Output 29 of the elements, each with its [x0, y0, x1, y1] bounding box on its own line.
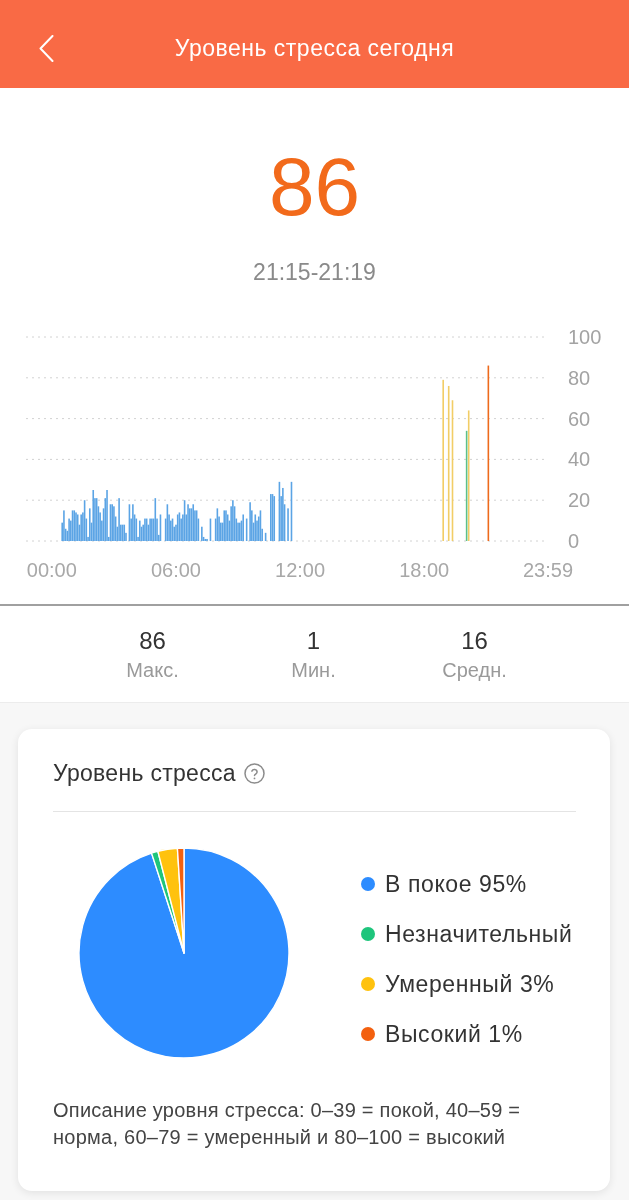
legend-label: Высокий 1%: [385, 1022, 523, 1046]
description-text: Описание уровня стресса: 0–39 = покой, 40–59 = норма, 60–79 = умеренный и 80–100 = высокий: [53, 1098, 522, 1150]
help-icon[interactable]: [243, 763, 265, 784]
stress-value: 86: [268, 146, 361, 228]
stat-value: 16: [461, 629, 488, 653]
stat-label: Средн.: [442, 660, 507, 680]
stat-label: Мин.: [291, 660, 336, 680]
time-range: 21:15-21:19: [253, 261, 376, 284]
y-axis-label: 100: [568, 326, 602, 348]
y-axis-label: 80: [568, 366, 591, 389]
screen-title: Уровень стресса сегодня: [174, 36, 455, 60]
y-axis-label: 0: [568, 530, 580, 552]
x-axis-label: 18:00: [399, 559, 450, 581]
back-button[interactable]: [39, 34, 54, 62]
card-title: Уровень стресса: [53, 762, 236, 785]
stat-value: 86: [139, 629, 166, 653]
chevron-left-icon: [39, 34, 54, 62]
stat-label: Макс.: [126, 660, 179, 680]
stat-value: 1: [306, 629, 321, 653]
x-axis-label: 00:00: [26, 559, 77, 581]
x-axis-label: 12:00: [275, 559, 326, 581]
legend-label: В покое 95%: [385, 872, 527, 896]
y-axis-label: 40: [568, 448, 591, 471]
x-axis-label: 23:59: [522, 559, 574, 581]
legend-label: Незначительный: [385, 922, 573, 946]
y-axis-label: 20: [568, 489, 591, 512]
y-axis-label: 60: [568, 407, 591, 430]
x-axis-label: 06:00: [150, 559, 201, 581]
legend-label: Умеренный 3%: [385, 972, 555, 996]
